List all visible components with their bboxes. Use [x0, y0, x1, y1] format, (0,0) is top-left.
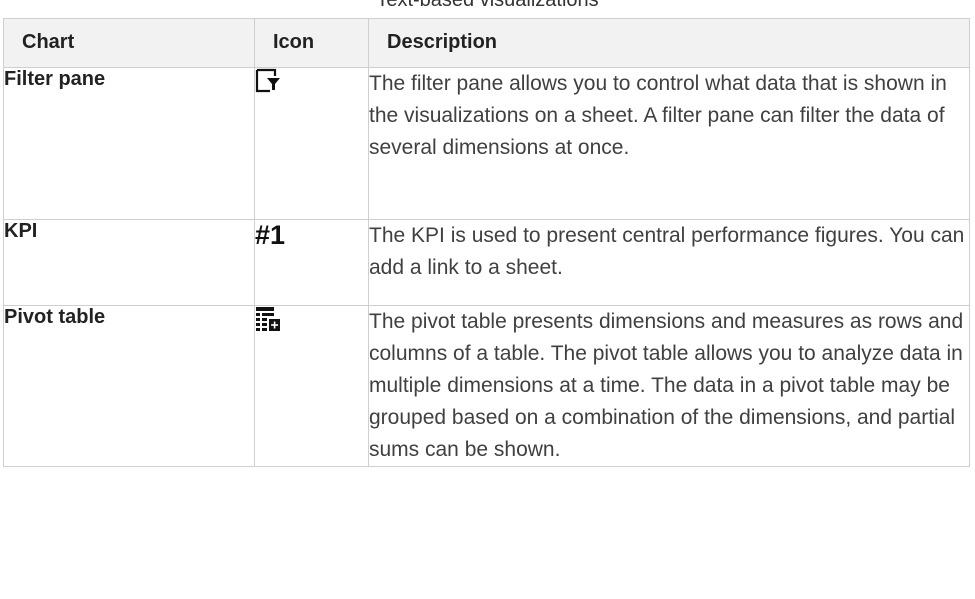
- table-caption: Text-based visualizations: [376, 0, 599, 11]
- description-cell: The filter pane allows you to control wh…: [368, 67, 970, 220]
- chart-name-cell: Filter pane: [3, 67, 255, 220]
- description-cell: The pivot table presents dimensions and …: [368, 305, 970, 467]
- pivot-table-icon: [256, 307, 280, 331]
- column-header-description: Description: [368, 18, 970, 68]
- filter-pane-icon: [255, 68, 280, 93]
- kpi-icon: #1: [255, 220, 286, 250]
- table-row: Pivot table The pivot table presents dim…: [3, 305, 970, 467]
- icon-cell: [254, 305, 369, 467]
- icon-cell: #1: [254, 219, 369, 306]
- table-row: KPI #1 The KPI is used to present centra…: [3, 219, 970, 306]
- visualizations-table: Chart Icon Description Filter pane The f…: [3, 18, 970, 467]
- chart-name-cell: KPI: [3, 219, 255, 306]
- table-row: Filter pane The filter pane allows you t…: [3, 67, 970, 220]
- column-header-icon: Icon: [254, 18, 369, 68]
- column-header-chart: Chart: [3, 18, 255, 68]
- description-cell: The KPI is used to present central perfo…: [368, 219, 970, 306]
- table-header-row: Chart Icon Description: [3, 18, 970, 68]
- icon-cell: [254, 67, 369, 220]
- chart-name-cell: Pivot table: [3, 305, 255, 467]
